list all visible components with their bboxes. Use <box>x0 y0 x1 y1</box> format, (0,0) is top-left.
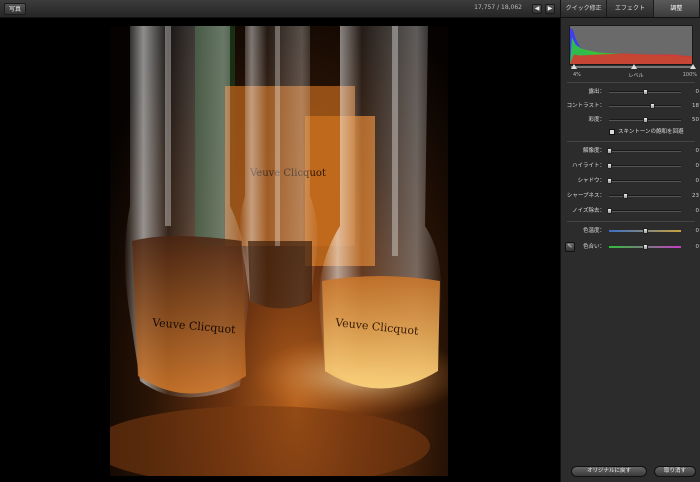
noise-reduction-slider[interactable] <box>609 210 681 212</box>
slider-row-sharpness: シャープネス： 23 <box>561 190 700 202</box>
revert-to-original-button[interactable]: オリジナルに戻す <box>571 466 647 477</box>
levels-white-handle[interactable] <box>690 64 696 69</box>
panel-tabs: クイック修正 エフェクト 調整 <box>561 0 700 18</box>
slider-row-exposure: 露出： 0 <box>561 86 700 98</box>
tab-effects[interactable]: エフェクト <box>607 0 654 17</box>
arrow-right-icon[interactable]: ▶ <box>545 4 555 14</box>
slider-row-saturation: 彩度： 50 <box>561 114 700 126</box>
exposure-slider-knob[interactable] <box>642 89 648 95</box>
skin-tone-checkbox[interactable] <box>609 129 615 135</box>
contrast-value: 18 <box>692 103 699 109</box>
saturation-slider-knob[interactable] <box>642 117 648 123</box>
temperature-value: 0 <box>695 228 700 234</box>
slider-row-definition: 解像度： 0 <box>561 145 700 157</box>
definition-slider[interactable] <box>609 150 681 152</box>
temperature-slider-knob[interactable] <box>642 228 648 234</box>
skin-tone-label: スキントーンの飽和を回避 <box>618 129 684 135</box>
shadows-label: シャドウ： <box>577 178 605 184</box>
tint-label: 色合い： <box>582 244 605 250</box>
sharpness-label: シャープネス： <box>566 193 605 199</box>
adjust-panel: クイック修正 エフェクト 調整 4% レベル 100% 露出： 0 コントラスト： 1… <box>560 0 700 482</box>
sharpness-value: 23 <box>692 193 699 199</box>
slider-row-temperature: 色温度： 0 <box>561 225 700 237</box>
divider <box>567 82 695 83</box>
tab-quick-fix[interactable]: クイック修正 <box>561 0 608 17</box>
contrast-label: コントラスト： <box>566 103 605 109</box>
photo-image: Veuve Clicquot Veuve Clicquot Veuve Clic… <box>110 26 448 476</box>
shadows-value: 0 <box>695 178 700 184</box>
toolbar: 写真 17,757 / 18,062 ◀ ▶ <box>0 0 560 18</box>
noise-reduction-slider-knob[interactable] <box>606 208 612 214</box>
levels-label: レベル <box>628 73 644 79</box>
definition-value: 0 <box>695 148 700 154</box>
slider-row-shadows: シャドウ： 0 <box>561 175 700 187</box>
divider <box>567 221 695 222</box>
sharpness-slider-knob[interactable] <box>623 193 629 199</box>
photo-stage: Veuve Clicquot Veuve Clicquot Veuve Clic… <box>0 18 560 482</box>
shadows-slider-knob[interactable] <box>606 178 612 184</box>
saturation-label: 彩度： <box>588 117 605 123</box>
highlights-label: ハイライト： <box>572 163 605 169</box>
undo-button[interactable]: 取り消す <box>654 466 696 477</box>
arrow-left-icon[interactable]: ◀ <box>532 4 542 14</box>
noise-reduction-value: 0 <box>695 208 700 214</box>
slider-row-contrast: コントラスト： 18 <box>561 100 700 112</box>
saturation-value: 50 <box>692 117 699 123</box>
levels-black-handle[interactable] <box>571 64 577 69</box>
contrast-slider[interactable] <box>609 105 681 107</box>
histogram <box>569 25 693 65</box>
noise-reduction-label: ノイズ除去： <box>572 208 605 214</box>
slider-row-tint: 色合い： 0 <box>561 241 700 253</box>
definition-slider-knob[interactable] <box>606 148 612 154</box>
slider-row-highlights: ハイライト： 0 <box>561 160 700 172</box>
tint-slider-knob[interactable] <box>642 244 648 250</box>
levels-min: 4% <box>573 72 581 78</box>
exposure-value: 0 <box>695 89 700 95</box>
photos-button[interactable]: 写真 <box>4 3 27 15</box>
eyedropper-icon[interactable]: ✎ <box>565 242 575 252</box>
exposure-label: 露出： <box>588 89 605 95</box>
tab-adjust[interactable]: 調整 <box>653 0 700 17</box>
highlights-slider[interactable] <box>609 165 681 167</box>
divider <box>567 141 695 142</box>
temperature-label: 色温度： <box>582 228 605 234</box>
slider-row-noise-reduction: ノイズ除去： 0 <box>561 205 700 217</box>
tint-value: 0 <box>695 244 700 250</box>
levels-max: 100% <box>682 72 697 78</box>
definition-label: 解像度： <box>582 148 605 154</box>
sharpness-slider[interactable] <box>609 195 681 197</box>
levels-mid-handle[interactable] <box>631 64 637 69</box>
highlights-value: 0 <box>695 163 700 169</box>
contrast-slider-knob[interactable] <box>649 103 655 109</box>
photo-counter: 17,757 / 18,062 <box>474 4 522 11</box>
shadows-slider[interactable] <box>609 180 681 182</box>
highlights-slider-knob[interactable] <box>606 163 612 169</box>
